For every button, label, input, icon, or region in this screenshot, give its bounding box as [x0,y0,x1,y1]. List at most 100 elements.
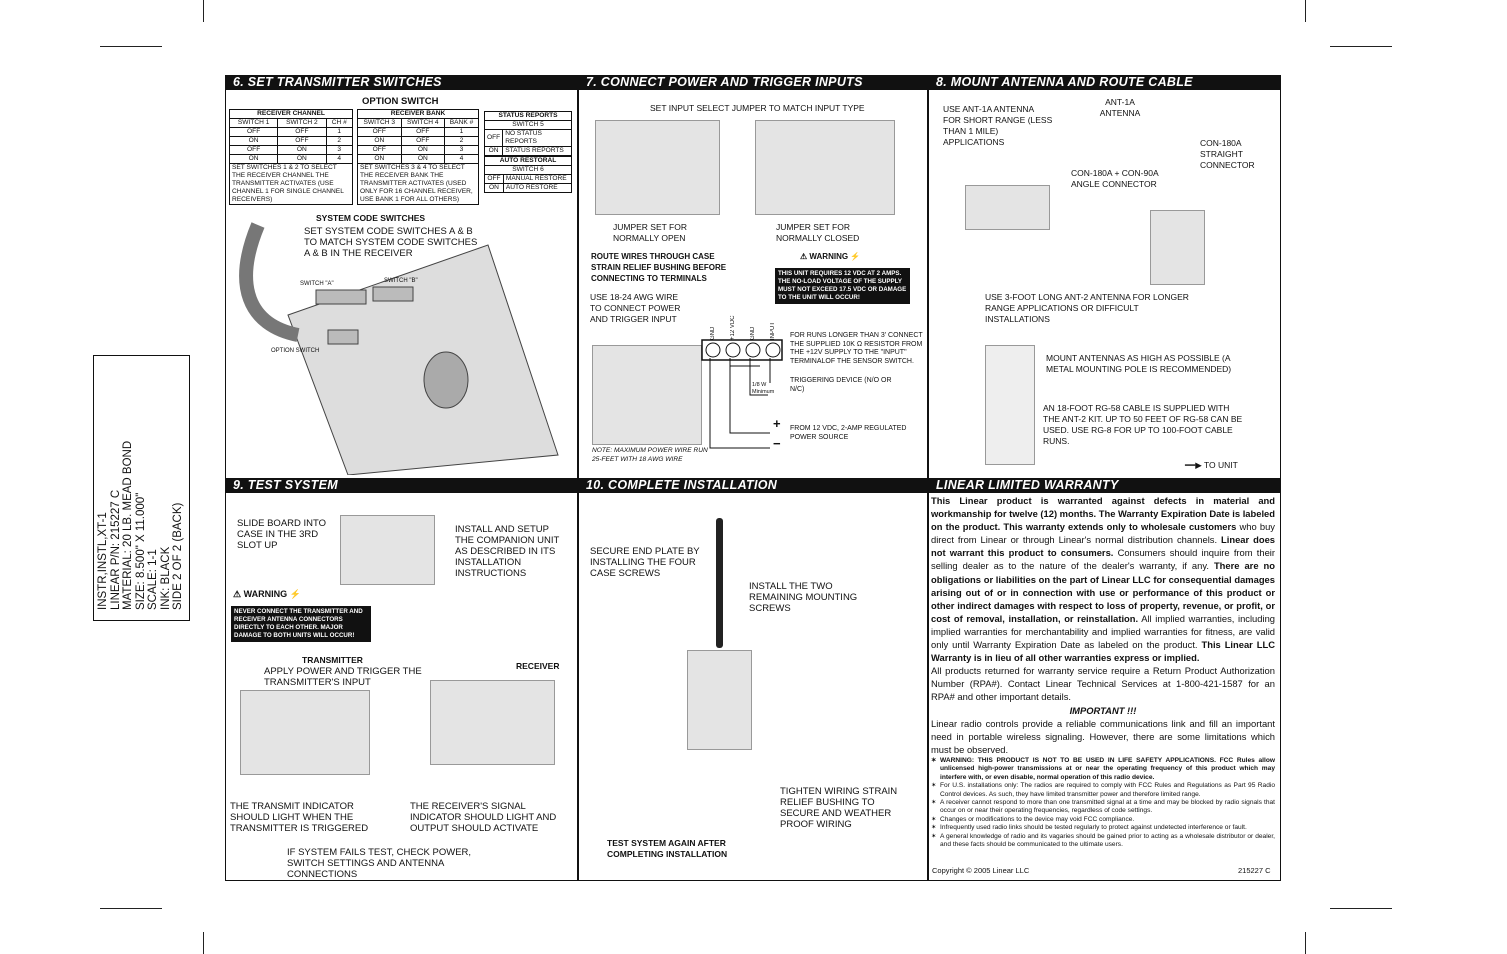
col-header: SWITCH 5 [484,120,572,130]
cable-note: AN 18-FOOT RG-58 CABLE IS SUPPLIED WITH … [1043,403,1243,446]
col-header: SWITCH 4 [400,118,446,128]
col-header: SWITCH 3 [357,118,402,128]
table-row: ON ON 4 [228,154,353,164]
resistor-rating: 1/8 W Minimum [752,382,775,395]
crop-mark [1305,0,1306,22]
table-title: RECEIVER BANK [357,109,479,119]
transmitter-label: TRANSMITTER [302,655,363,665]
max-wire-note: NOTE: MAXIMUM POWER WIRE RUN 25-FEET WIT… [592,447,708,463]
angle-connector-label: CON-180A + CON-90A ANGLE CONNECTOR [1071,168,1159,189]
table-row: OFF ON 3 [357,145,479,155]
fails-note: IF SYSTEM FAILS TEST, CHECK POWER, SWITC… [287,847,472,880]
table-row: OFF ON 3 [228,145,353,155]
warning-icon: ⚠ [800,252,810,261]
spec-line: LINEAR P/N: 215227 C [109,489,122,610]
board-slide-illustration [340,515,435,585]
terminal-board-illustration [592,345,702,445]
section-8-header: 8. MOUNT ANTENNA AND ROUTE CABLE [928,75,1281,90]
terminal-labels: GND +12 VDC GND INPUT [703,310,783,340]
apply-power-note: APPLY POWER AND TRIGGER THE TRANSMITTER'… [264,666,422,688]
table-row: OFF NO STATUS REPORTS [483,129,572,147]
crop-mark [100,46,162,47]
con180a-label: CON-180A STRAIGHT CONNECTOR [1200,138,1255,170]
option-switch-title: OPTION SWITCH [362,96,439,107]
warning-heading: ⚠ WARNING ⚡ [800,252,861,261]
to-unit-label: ━━▶ TO UNIT [1185,460,1238,470]
transmitter-illustration [240,690,370,775]
table-row: ON STATUS REPORTS [483,146,572,156]
companion-unit-note: INSTALL AND SETUP THE COMPANION UNIT AS … [455,524,560,579]
col-header: SWITCH 1 [228,118,279,128]
terminal-label: GND [750,326,756,340]
table-title: STATUS REPORTS [484,111,572,121]
table-note: SET SWITCHES 3 & 4 TO SELECT THE RECEIVE… [357,163,479,205]
ant2-note: USE 3-FOOT LONG ANT-2 ANTENNA FOR LONGER… [985,292,1189,324]
table-row: ON AUTO RESTORE [484,183,573,193]
list-item: WARNING: THIS PRODUCT IS NOT TO BE USED … [931,757,1275,782]
jumper-closed-illustration [755,120,895,215]
table-row: OFF OFF 1 [357,127,479,137]
warranty-text: This Linear product is warranted against… [931,494,1275,849]
table-note: SET SWITCHES 1 & 2 TO SELECT THE RECEIVE… [229,163,353,205]
option-switch-label: OPTION SWITCH [271,348,320,354]
switch-a-label: SWITCH "A" [300,281,334,287]
warning-heading: ⚠ WARNING ⚡ [233,589,301,599]
installed-unit-illustration [687,650,752,750]
auto-restoral-table: AUTO RESTORAL SWITCH 6 OFF MANUAL RESTORE… [484,156,573,193]
power-warning: THIS UNIT REQUIRES 12 VDC AT 2 AMPS. THE… [775,268,910,304]
switch-b-label: SWITCH "B" [384,278,418,284]
list-item: A receiver cannot respond to more than o… [931,799,1275,816]
power-source-label: FROM 12 VDC, 2-AMP REGULATED POWER SOURC… [790,425,907,441]
table-title: AUTO RESTORAL [484,156,572,166]
warning-icon: ⚠ [233,589,244,599]
resistor-note: FOR RUNS LONGER THAN 3' CONNECT THE SUPP… [790,332,923,365]
list-item: For U.S. installations only: The radios … [931,782,1275,799]
table-row: ON OFF 2 [357,136,479,146]
status-reports-table: STATUS REPORTS SWITCH 5 OFF NO STATUS REP… [483,111,572,156]
copyright: Copyright © 2005 Linear LLC [932,866,1030,875]
spec-line: SCALE: 1-1 [147,549,159,610]
antenna-warning: NEVER CONNECT THE TRANSMITTER AND RECEIV… [231,606,371,642]
slide-board-note: SLIDE BOARD INTO CASE IN THE 3RD SLOT UP [237,518,327,551]
spec-line: SIZE: 8.500" X 11.000" [134,492,147,610]
receiver-bank-table: RECEIVER BANK SWITCH 3 SWITCH 4 BANK # OFF… [357,109,479,205]
ant1a-usage: USE ANT-1A ANTENNA FOR SHORT RANGE (LESS… [943,104,1053,147]
col-header: SWITCH 2 [277,118,327,128]
receiver-label: RECEIVER [516,661,560,671]
antenna-illustration [716,518,723,648]
awg-note: USE 18-24 AWG WIRE TO CONNECT POWER AND … [590,292,681,324]
jumper-open-illustration [595,120,720,215]
limitations-list: WARNING: THIS PRODUCT IS NOT TO BE USED … [931,757,1275,849]
mounting-pole-illustration [985,345,1035,465]
section-10-header: 10. COMPLETE INSTALLATION [578,478,927,493]
list-item: Infrequently used radio links should be … [931,824,1275,833]
crop-mark [1330,46,1392,47]
crop-mark [203,0,204,22]
secure-end-plate-note: SECURE END PLATE BY INSTALLING THE FOUR … [590,546,700,579]
jumper-closed-label: JUMPER SET FOR NORMALLY CLOSED [776,222,860,243]
system-code-title: SYSTEM CODE SWITCHES [316,213,426,223]
terminal-label: INPUT [770,322,776,340]
mounting-screws-note: INSTALL THE TWO REMAINING MOUNTING SCREW… [749,581,858,614]
table-row: OFF OFF 1 [228,127,353,137]
plus-terminal: + [773,416,781,431]
minus-terminal: − [773,436,781,451]
shock-icon: ⚡ [287,589,301,599]
table-title: RECEIVER CHANNEL [229,109,353,119]
rpa-paragraph: All products returned for warranty servi… [931,665,1275,703]
spec-line: MATERIAL: 20 LB. MEAD BOND [122,440,134,610]
crop-mark [203,932,204,954]
important-heading: IMPORTANT !!! [1069,704,1137,716]
shock-icon: ⚡ [848,252,861,261]
table-row: OFF MANUAL RESTORE [484,174,573,184]
unit-straight-antenna-illustration [1150,210,1205,285]
jumper-title: SET INPUT SELECT JUMPER TO MATCH INPUT T… [650,103,865,113]
system-code-text: SET SYSTEM CODE SWITCHES A & B TO MATCH … [304,226,478,259]
table-row: ON OFF 2 [228,136,353,146]
table-row: ON ON 4 [357,154,479,164]
receiver-indicator-note: THE RECEIVER'S SIGNAL INDICATOR SHOULD L… [410,801,557,834]
col-header: BANK # [444,118,479,128]
limitations-paragraph: Linear radio controls provide a reliable… [931,717,1275,755]
trigger-device-label: TRIGGERING DEVICE (N/O OR N/C) [790,377,892,393]
section-6-header: 6. SET TRANSMITTER SWITCHES [225,75,577,90]
